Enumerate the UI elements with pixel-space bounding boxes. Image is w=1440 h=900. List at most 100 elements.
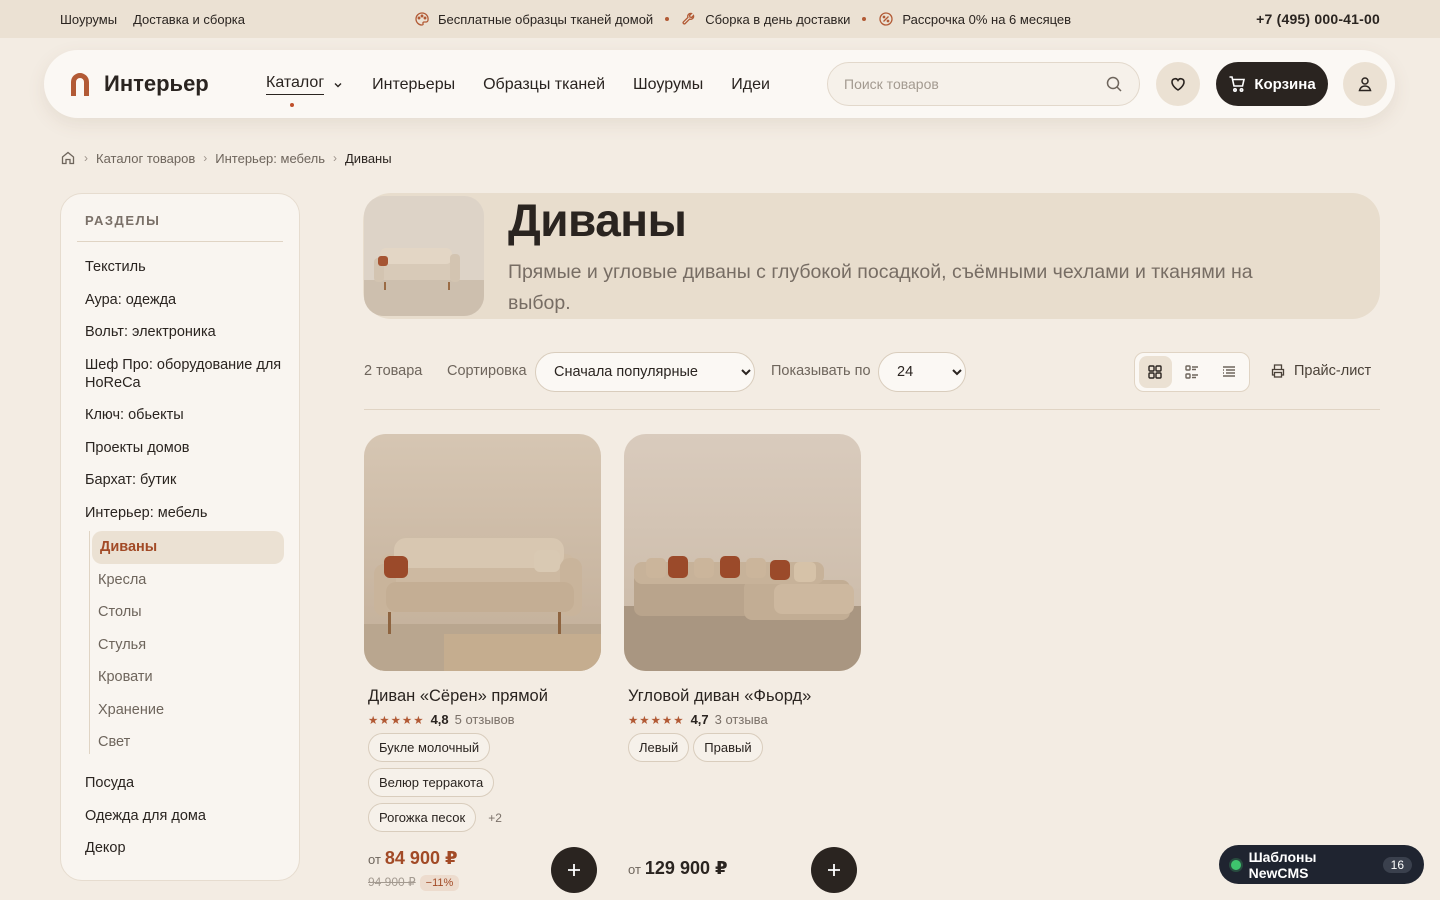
per-page-select[interactable]: 24 <box>878 352 966 392</box>
variant-chip[interactable]: Букле молочный <box>368 733 491 762</box>
sidebar-item-key[interactable]: Ключ: обьекты <box>85 406 285 424</box>
toolbar-divider <box>364 409 1380 410</box>
showrooms-link[interactable]: Шоурумы <box>60 12 117 27</box>
product-price: 84 900 ₽ <box>384 848 458 868</box>
product-card: Диван «Сёрен» прямой ★★★★★ 4,8 5 отзывов… <box>364 434 601 893</box>
promo-installment: Рассрочка 0% на 6 месяцев <box>878 11 1071 27</box>
sidebar-subitem-light[interactable]: Свет <box>90 726 285 759</box>
sidebar-title: РАЗДЕЛЫ <box>85 213 161 228</box>
chevron-right-icon: › <box>333 151 337 165</box>
nav-showrooms[interactable]: Шоурумы <box>633 74 703 95</box>
variant-chip[interactable]: Рогожка песок <box>368 803 477 832</box>
variant-chips: Букле молочный Велюр терракота Рогожка п… <box>368 733 598 832</box>
account-button[interactable] <box>1343 62 1387 106</box>
sidebar-subitem-sofas[interactable]: Диваны <box>92 531 284 564</box>
sidebar-subitem-beds[interactable]: Кровати <box>90 661 285 694</box>
product-image[interactable] <box>364 434 601 671</box>
badge-count: 16 <box>1382 856 1412 873</box>
table-view-button[interactable] <box>1212 356 1245 388</box>
phone-link[interactable]: +7 (495) 000-41-00 <box>1256 11 1380 27</box>
table-list-icon <box>1222 366 1235 377</box>
product-rating: ★★★★★ 4,8 5 отзывов <box>368 712 515 727</box>
sort-select[interactable]: Сначала популярные <box>535 352 755 392</box>
price-list-link[interactable]: Прайс-лист <box>1270 363 1371 379</box>
cart-button[interactable]: Корзина <box>1216 62 1328 106</box>
chevron-down-icon <box>334 82 342 87</box>
category-image <box>364 196 484 316</box>
view-switch <box>1134 352 1250 392</box>
add-to-cart-button[interactable] <box>551 847 597 893</box>
breadcrumb-furniture[interactable]: Интерьер: мебель <box>215 151 325 166</box>
sidebar-subitem-armchairs[interactable]: Кресла <box>90 564 285 597</box>
list-view-button[interactable] <box>1176 356 1209 388</box>
more-variants[interactable]: +2 <box>488 811 502 825</box>
sidebar-item-house-projects[interactable]: Проекты домов <box>85 439 285 457</box>
price-block: от 129 900 ₽ <box>628 858 728 878</box>
category-hero: Диваны Прямые и угловые диваны с глубоко… <box>363 193 1380 319</box>
sidebar-list: Текстиль Аура: одежда Вольт: электроника… <box>85 258 285 536</box>
sidebar-item-volt[interactable]: Вольт: электроника <box>85 323 285 341</box>
separator-dot <box>862 17 867 21</box>
reviews-link[interactable]: 5 отзывов <box>455 712 515 727</box>
user-icon <box>1358 77 1372 92</box>
sidebar-item-decor[interactable]: Декор <box>85 839 285 857</box>
list-detail-icon <box>1185 365 1198 379</box>
plus-icon <box>828 864 840 876</box>
sidebar-item-barkhat[interactable]: Бархат: бутик <box>85 471 285 489</box>
sidebar-item-textile[interactable]: Текстиль <box>85 258 285 276</box>
top-strip: Шоурумы Доставка и сборка Бесплатные обр… <box>0 0 1440 38</box>
nav-ideas[interactable]: Идеи <box>731 74 770 95</box>
sidebar-item-interior-furniture[interactable]: Интерьер: мебель <box>85 504 285 522</box>
logo[interactable]: Интерьер <box>68 70 209 98</box>
nav-fabric-samples[interactable]: Образцы тканей <box>483 74 605 95</box>
sort-label: Сортировка <box>447 363 527 379</box>
variant-chip[interactable]: Левый <box>628 733 690 762</box>
page-title: Диваны <box>508 194 687 246</box>
favorites-button[interactable] <box>1156 62 1200 106</box>
product-count: 2 товара <box>364 363 423 379</box>
search-box <box>827 62 1140 106</box>
sidebar-item-home-clothes[interactable]: Одежда для дома <box>85 807 285 825</box>
sidebar-item-dishes[interactable]: Посуда <box>85 774 285 792</box>
per-page-label: Показывать по <box>771 363 871 379</box>
reviews-link[interactable]: 3 отзыва <box>715 712 768 727</box>
sidebar-subitem-tables[interactable]: Столы <box>90 596 285 629</box>
sidebar-item-chef-pro[interactable]: Шеф Про: оборудование для HoReCa <box>85 356 285 392</box>
chevron-right-icon: › <box>84 151 88 165</box>
breadcrumb-catalog[interactable]: Каталог товаров <box>96 151 195 166</box>
sidebar-subitem-chairs[interactable]: Стулья <box>90 629 285 662</box>
stars-icon: ★★★★★ <box>628 714 685 727</box>
delivery-link[interactable]: Доставка и сборка <box>133 12 245 27</box>
sidebar-item-aura[interactable]: Аура: одежда <box>85 291 285 309</box>
status-dot-icon <box>1231 859 1241 870</box>
header: Интерьер Каталог Интерьеры Образцы ткане… <box>44 50 1395 118</box>
promo-assembly: Сборка в день доставки <box>681 11 850 27</box>
percent-icon <box>878 11 894 27</box>
search-icon[interactable] <box>1105 75 1123 93</box>
logo-arch-icon <box>71 73 89 96</box>
product-rating: ★★★★★ 4,7 3 отзыва <box>628 712 768 727</box>
nav-catalog[interactable]: Каталог <box>266 74 344 107</box>
printer-icon <box>1271 364 1285 378</box>
product-name[interactable]: Угловой диван «Фьорд» <box>628 687 861 706</box>
sidebar-subitem-storage[interactable]: Хранение <box>90 694 285 727</box>
nav-interiors[interactable]: Интерьеры <box>372 74 455 95</box>
category-description: Прямые и угловые диваны с глубокой посад… <box>508 261 1253 314</box>
home-icon[interactable] <box>60 150 76 166</box>
variant-chip[interactable]: Правый <box>693 733 763 762</box>
heart-icon <box>1171 78 1185 91</box>
sidebar-list-after: Посуда Одежда для дома Декор <box>85 774 285 872</box>
product-name[interactable]: Диван «Сёрен» прямой <box>368 687 601 706</box>
product-image[interactable] <box>624 434 861 671</box>
product-card: Угловой диван «Фьорд» ★★★★★ 4,7 3 отзыва… <box>624 434 861 893</box>
grid-view-button[interactable] <box>1139 356 1172 388</box>
catalog-toolbar: 2 товара Сортировка Сначала популярные П… <box>364 352 1380 392</box>
separator-dot <box>665 17 670 21</box>
price-block: от 84 900 ₽ 94 900 ₽ −11% <box>368 848 460 891</box>
templates-badge[interactable]: Шаблоны NewCMS 16 <box>1219 845 1424 884</box>
add-to-cart-button[interactable] <box>811 847 857 893</box>
search-input[interactable] <box>844 76 1105 92</box>
variant-chip[interactable]: Велюр терракота <box>368 768 495 797</box>
variant-chips: Левый Правый <box>628 733 858 762</box>
palette-icon <box>414 11 430 27</box>
